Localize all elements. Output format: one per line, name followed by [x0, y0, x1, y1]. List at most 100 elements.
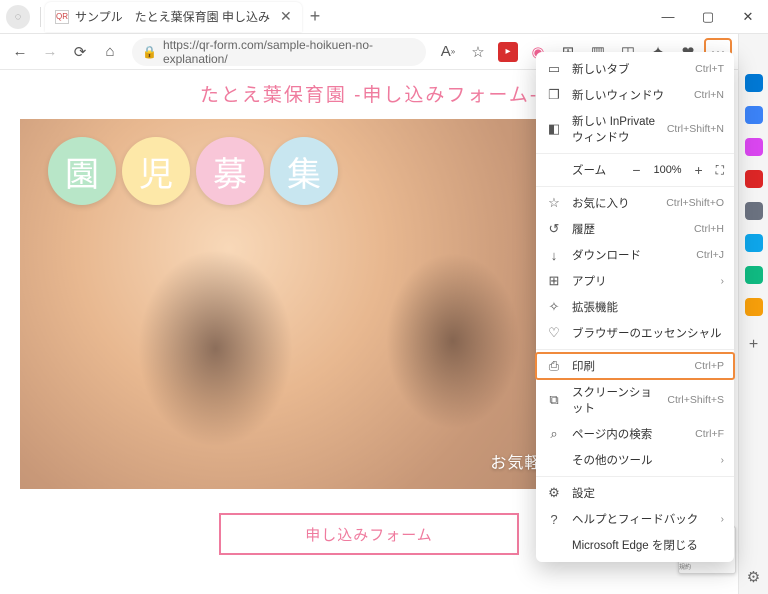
menu-shortcut: Ctrl+N — [694, 89, 724, 101]
menu-favorites[interactable]: ☆ お気に入り Ctrl+Shift+O — [536, 190, 734, 216]
menu-label: ページ内の検索 — [572, 426, 685, 442]
recruit-bubbles: 園 児 募 集 — [48, 137, 338, 205]
menu-new-tab[interactable]: ▭ 新しいタブ Ctrl+T — [536, 56, 734, 82]
menu-label: 新しいウィンドウ — [572, 87, 684, 103]
menu-help[interactable]: ?ヘルプとフィードバック› — [536, 506, 734, 532]
menu-label: スクリーンショット — [572, 384, 657, 416]
heart-icon: ♡ — [546, 325, 562, 341]
menu-close-edge[interactable]: Microsoft Edge を閉じる — [536, 532, 734, 558]
profile-avatar[interactable]: ◌ — [6, 5, 30, 29]
minimize-button[interactable]: — — [648, 0, 688, 34]
application-form-button[interactable]: 申し込みフォーム — [219, 513, 519, 555]
menu-label: 新しいタブ — [572, 61, 685, 77]
screenshot-icon: ⧉ — [546, 392, 562, 408]
sidebar-app-icon[interactable] — [745, 234, 763, 252]
menu-label: ブラウザーのエッセンシャル — [572, 325, 724, 341]
menu-print[interactable]: ⎙ 印刷 Ctrl+P — [536, 353, 734, 379]
read-aloud-button[interactable]: A» — [434, 38, 462, 66]
sidebar-app-icon[interactable] — [745, 202, 763, 220]
url-text: https://qr-form.com/sample-hoikuen-no-ex… — [163, 38, 416, 66]
tab-icon: ▭ — [546, 61, 562, 77]
menu-separator — [536, 349, 734, 350]
history-icon: ↺ — [546, 221, 562, 237]
menu-more-tools[interactable]: その他のツール› — [536, 447, 734, 473]
bubble-char: 集 — [270, 137, 338, 205]
help-icon: ? — [546, 512, 562, 527]
sidebar-app-icon[interactable] — [745, 74, 763, 92]
refresh-button[interactable]: ⟳ — [66, 38, 94, 66]
menu-shortcut: Ctrl+J — [696, 249, 724, 261]
edge-sidebar: + ⚙ — [738, 34, 768, 594]
bubble-char: 児 — [122, 137, 190, 205]
menu-label: ダウンロード — [572, 247, 686, 263]
chevron-right-icon: › — [721, 514, 724, 525]
menu-new-window[interactable]: ❐ 新しいウィンドウ Ctrl+N — [536, 82, 734, 108]
bubble-char: 園 — [48, 137, 116, 205]
menu-shortcut: Ctrl+F — [695, 428, 724, 440]
menu-shortcut: Ctrl+T — [695, 63, 724, 75]
maximize-button[interactable]: ▢ — [688, 0, 728, 34]
menu-label: 設定 — [572, 485, 724, 501]
sidebar-app-icon[interactable] — [745, 138, 763, 156]
home-button[interactable]: ⌂ — [96, 38, 124, 66]
browser-tab[interactable]: QR サンプル たとえ葉保育園 申し込み ✕ — [45, 2, 302, 32]
window-icon: ❐ — [546, 87, 562, 103]
new-tab-button[interactable]: + — [310, 6, 321, 27]
menu-zoom: ズーム − 100% + ⛶ — [536, 157, 734, 183]
chevron-right-icon: › — [721, 455, 724, 466]
zoom-out-button[interactable]: − — [627, 162, 645, 178]
forward-button[interactable]: → — [36, 38, 64, 66]
menu-label: Microsoft Edge を閉じる — [572, 537, 724, 553]
separator — [40, 7, 41, 27]
sidebar-add-button[interactable]: + — [749, 336, 758, 354]
tab-title: サンプル たとえ葉保育園 申し込み — [75, 8, 270, 25]
menu-extensions[interactable]: ✧ 拡張機能 — [536, 294, 734, 320]
menu-new-inprivate[interactable]: ◧新しい InPrivate ウィンドウCtrl+Shift+N — [536, 108, 734, 150]
chevron-right-icon: › — [721, 276, 724, 287]
sidebar-settings-icon[interactable]: ⚙ — [747, 568, 760, 586]
search-icon: ⌕ — [546, 426, 562, 442]
menu-downloads[interactable]: ↓ ダウンロード Ctrl+J — [536, 242, 734, 268]
print-icon: ⎙ — [546, 358, 562, 374]
menu-label: 新しい InPrivate ウィンドウ — [572, 113, 657, 145]
extensions-icon: ✧ — [546, 299, 562, 315]
close-window-button[interactable]: ✕ — [728, 0, 768, 34]
menu-shortcut: Ctrl+P — [695, 360, 724, 372]
back-button[interactable]: ← — [6, 38, 34, 66]
menu-label: 拡張機能 — [572, 299, 724, 315]
apps-icon: ⊞ — [546, 273, 562, 289]
menu-label: お気に入り — [572, 195, 656, 211]
zoom-value: 100% — [653, 164, 681, 176]
menu-label: 印刷 — [572, 358, 685, 374]
star-icon: ☆ — [546, 195, 562, 211]
menu-shortcut: Ctrl+Shift+O — [666, 197, 724, 209]
menu-apps[interactable]: ⊞ アプリ › — [536, 268, 734, 294]
zoom-in-button[interactable]: + — [690, 162, 708, 178]
titlebar: ◌ QR サンプル たとえ葉保育園 申し込み ✕ + — ▢ ✕ — [0, 0, 768, 34]
sidebar-app-icon[interactable] — [745, 266, 763, 284]
sidebar-app-icon[interactable] — [745, 170, 763, 188]
menu-label: アプリ — [572, 273, 711, 289]
lock-icon: 🔒 — [142, 45, 157, 59]
more-menu-dropdown: ▭ 新しいタブ Ctrl+T ❐ 新しいウィンドウ Ctrl+N ◧新しい InPriv… — [536, 52, 734, 562]
address-bar[interactable]: 🔒 https://qr-form.com/sample-hoikuen-no-… — [132, 38, 426, 66]
extension-red-icon[interactable]: ▸ — [498, 42, 518, 62]
window-controls: — ▢ ✕ — [648, 0, 768, 34]
tab-favicon: QR — [55, 10, 69, 24]
menu-essentials[interactable]: ♡ ブラウザーのエッセンシャル — [536, 320, 734, 346]
sidebar-app-icon[interactable] — [745, 106, 763, 124]
download-icon: ↓ — [546, 248, 562, 263]
menu-shortcut: Ctrl+H — [694, 223, 724, 235]
menu-separator — [536, 153, 734, 154]
sidebar-app-icon[interactable] — [745, 298, 763, 316]
menu-screenshot[interactable]: ⧉ スクリーンショット Ctrl+Shift+S — [536, 379, 734, 421]
menu-settings[interactable]: ⚙ 設定 — [536, 480, 734, 506]
menu-find[interactable]: ⌕ ページ内の検索 Ctrl+F — [536, 421, 734, 447]
tab-close-icon[interactable]: ✕ — [280, 8, 292, 25]
menu-history[interactable]: ↺ 履歴 Ctrl+H — [536, 216, 734, 242]
fullscreen-button[interactable]: ⛶ — [716, 163, 724, 178]
menu-shortcut: Ctrl+Shift+S — [667, 394, 724, 406]
favorites-button[interactable]: ☆ — [464, 38, 492, 66]
gear-icon: ⚙ — [546, 485, 562, 501]
menu-label: 履歴 — [572, 221, 684, 237]
